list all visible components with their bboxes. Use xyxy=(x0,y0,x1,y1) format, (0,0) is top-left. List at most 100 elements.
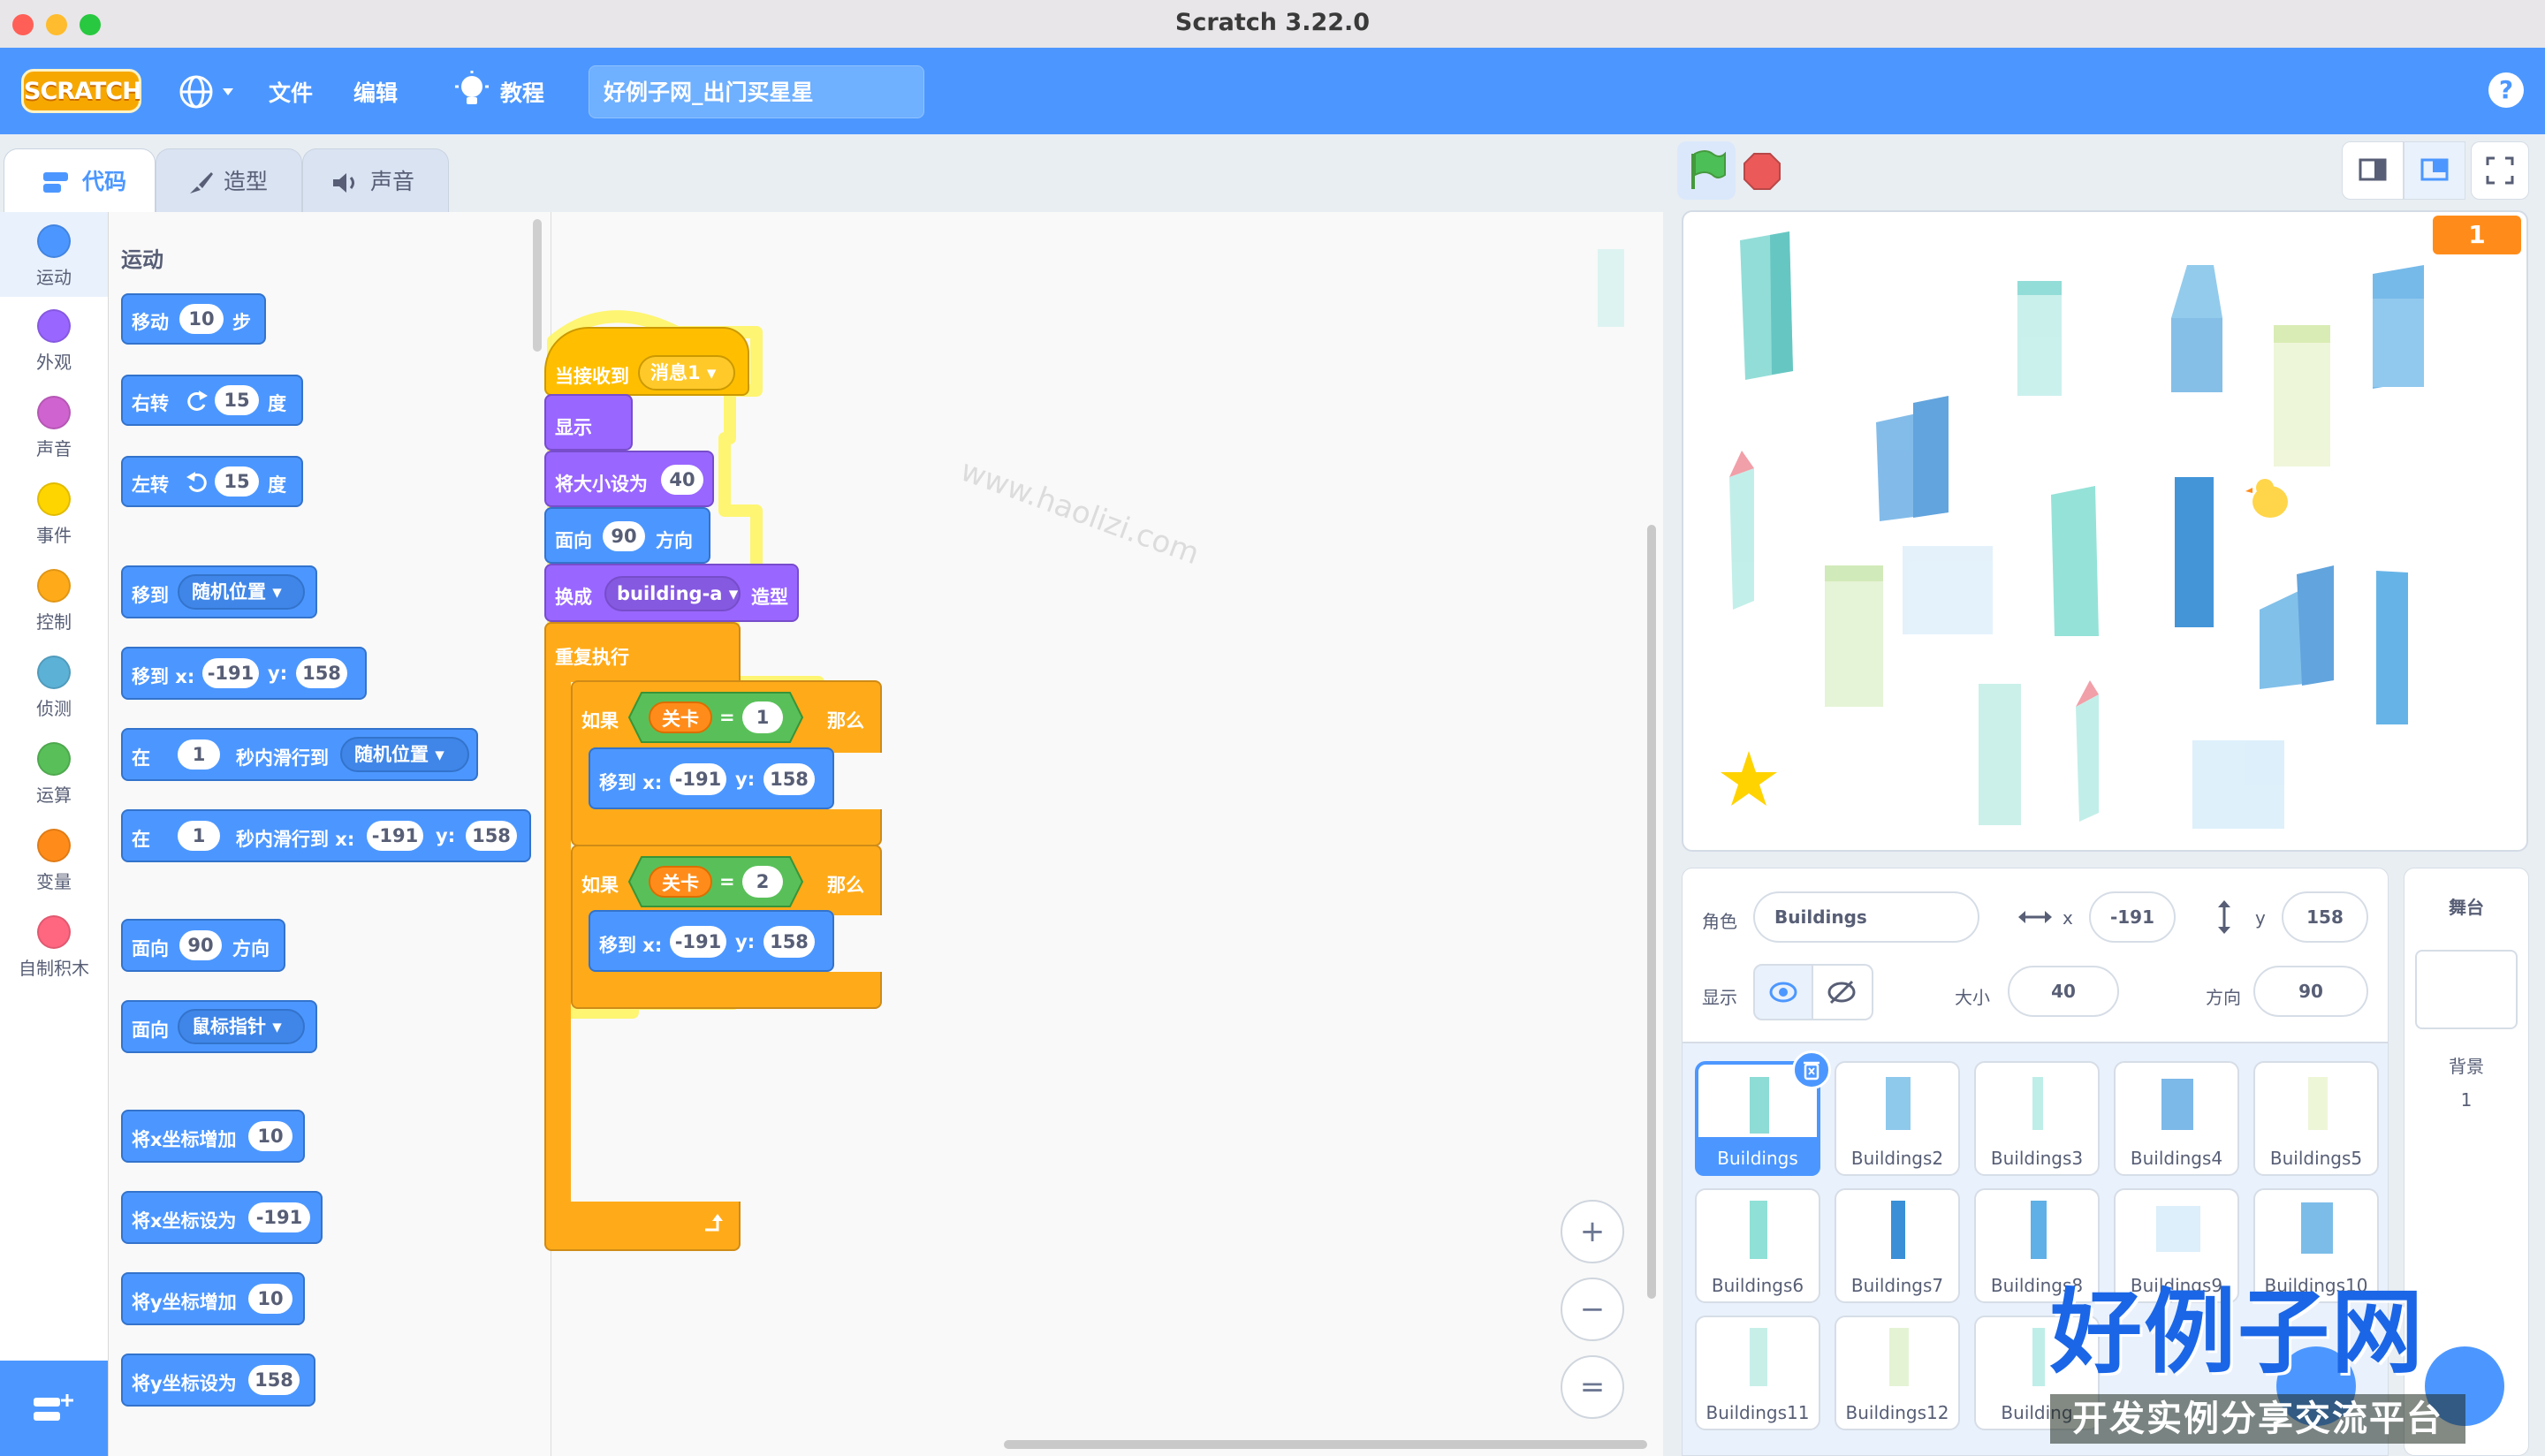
block-input[interactable]: 1 xyxy=(178,821,220,851)
block-dropdown[interactable]: 随机位置 ▾ xyxy=(178,574,305,610)
tutorials-menu[interactable]: 教程 xyxy=(500,76,544,108)
block-input[interactable]: -191 xyxy=(367,821,423,851)
block-input[interactable]: 2 xyxy=(742,866,783,898)
script-area[interactable]: 当接收到 消息1 ▾ 显示 将大小设为 40 面向 90 方向 换成 build… xyxy=(544,212,1663,1456)
category-my-blocks[interactable]: 自制积木 xyxy=(0,915,108,980)
green-flag-button[interactable] xyxy=(1677,141,1736,200)
delete-sprite-button[interactable] xyxy=(1792,1050,1831,1089)
block-show[interactable]: 显示 xyxy=(544,394,633,451)
block-input[interactable]: 90 xyxy=(179,930,222,960)
tab-sounds[interactable]: 声音 xyxy=(302,148,449,214)
show-sprite-button[interactable] xyxy=(1753,964,1813,1020)
small-stage-button[interactable] xyxy=(2342,141,2404,200)
category-sound[interactable]: 声音 xyxy=(0,396,108,460)
block-input[interactable]: -191 xyxy=(202,658,259,688)
block-dropdown[interactable]: 随机位置 ▾ xyxy=(340,737,469,772)
block-set-x[interactable]: 将x坐标设为 -191 xyxy=(121,1191,323,1244)
block-dropdown[interactable]: 消息1 ▾ xyxy=(638,355,735,391)
horizontal-scrollbar[interactable] xyxy=(1004,1440,1647,1449)
direction-input[interactable]: 90 xyxy=(2253,966,2368,1017)
tab-code[interactable]: 代码 xyxy=(4,148,156,214)
block-glide-xy[interactable]: 在 1 秒内滑行到 x: -191 y: 158 xyxy=(121,809,531,862)
block-input[interactable]: 90 xyxy=(603,521,645,551)
hide-sprite-button[interactable] xyxy=(1813,964,1873,1020)
help-icon[interactable]: ? xyxy=(2488,72,2524,108)
block-input[interactable]: 158 xyxy=(764,926,815,958)
palette-scrollbar[interactable] xyxy=(533,219,542,352)
stop-button[interactable] xyxy=(1743,152,1782,194)
block-input[interactable]: 158 xyxy=(466,821,517,851)
block-turn-left[interactable]: 左转 15 度 xyxy=(121,456,303,507)
sprite-tile[interactable]: Buildings3 xyxy=(1974,1061,2100,1176)
fullscreen-button[interactable] xyxy=(2471,141,2529,200)
zoom-in-button[interactable]: + xyxy=(1561,1200,1624,1263)
block-if-1[interactable]: 如果 关卡 = 1 那么 xyxy=(571,680,882,753)
block-set-size[interactable]: 将大小设为 40 xyxy=(544,451,714,507)
file-menu[interactable]: 文件 xyxy=(269,76,313,108)
category-motion[interactable]: 运动 xyxy=(0,212,108,297)
block-goto[interactable]: 移到 随机位置 ▾ xyxy=(121,565,317,618)
sprite-tile[interactable]: Buildings5 xyxy=(2253,1061,2379,1176)
zoom-reset-button[interactable]: = xyxy=(1561,1355,1624,1419)
project-title-input[interactable]: 好例子网_出门买星星 xyxy=(589,65,924,118)
add-extension-button[interactable] xyxy=(0,1361,108,1456)
block-glide[interactable]: 在 1 秒内滑行到 随机位置 ▾ xyxy=(121,728,478,781)
sprite-name-input[interactable]: Buildings xyxy=(1753,891,1979,943)
block-input[interactable]: 15 xyxy=(215,385,259,415)
block-input[interactable]: -191 xyxy=(670,926,726,958)
tab-costumes[interactable]: 造型 xyxy=(156,148,302,214)
block-input[interactable]: 10 xyxy=(179,304,224,334)
category-variables[interactable]: 变量 xyxy=(0,829,108,893)
category-looks[interactable]: 外观 xyxy=(0,309,108,374)
block-forever[interactable]: 重复执行 xyxy=(544,622,741,682)
variable-reporter[interactable]: 关卡 xyxy=(649,701,712,733)
block-turn-right[interactable]: 右转 15 度 xyxy=(121,375,303,426)
sprite-tile[interactable]: Buildings2 xyxy=(1835,1061,1960,1176)
block-if-2[interactable]: 如果 关卡 = 2 那么 xyxy=(571,845,882,915)
block-input[interactable]: 10 xyxy=(248,1284,292,1314)
block-input[interactable]: 15 xyxy=(215,466,259,497)
y-input[interactable]: 158 xyxy=(2282,891,2368,943)
zoom-out-button[interactable]: − xyxy=(1561,1278,1624,1341)
scratch-logo[interactable]: SCRATCH xyxy=(21,69,142,113)
block-point-direction[interactable]: 面向 90 方向 xyxy=(121,919,285,972)
block-input[interactable]: 10 xyxy=(248,1121,292,1151)
block-input[interactable]: -191 xyxy=(248,1202,310,1232)
x-input[interactable]: -191 xyxy=(2089,891,2176,943)
block-input[interactable]: 158 xyxy=(248,1365,300,1395)
language-menu[interactable] xyxy=(177,72,239,115)
sprite-tile[interactable]: Buildings xyxy=(1695,1050,1831,1176)
edit-menu[interactable]: 编辑 xyxy=(353,76,398,108)
block-dropdown[interactable]: building-a ▾ xyxy=(604,576,741,611)
block-goto-xy-2[interactable]: 移到 x: -191 y: 158 xyxy=(589,910,834,972)
category-operators[interactable]: 运算 xyxy=(0,742,108,807)
stage-canvas[interactable]: 1 xyxy=(1682,210,2528,852)
sprite-tile[interactable]: Buildings11 xyxy=(1695,1316,1820,1430)
block-when-receive[interactable]: 当接收到 消息1 ▾ xyxy=(544,327,749,396)
vertical-scrollbar[interactable] xyxy=(1647,525,1656,1299)
category-sensing[interactable]: 侦测 xyxy=(0,656,108,720)
block-input[interactable]: 1 xyxy=(742,701,783,733)
block-input[interactable]: 1 xyxy=(178,739,220,770)
sprite-tile[interactable]: Buildings7 xyxy=(1835,1188,1960,1303)
block-input[interactable]: -191 xyxy=(670,763,726,795)
block-input[interactable]: 40 xyxy=(661,465,703,495)
block-set-y[interactable]: 将y坐标设为 158 xyxy=(121,1354,315,1407)
size-input[interactable]: 40 xyxy=(2008,966,2119,1017)
sprite-tile[interactable]: Buildings6 xyxy=(1695,1188,1820,1303)
block-change-y[interactable]: 将y坐标增加 10 xyxy=(121,1272,305,1325)
sprite-tile[interactable]: Buildings4 xyxy=(2114,1061,2239,1176)
category-control[interactable]: 控制 xyxy=(0,569,108,633)
block-dropdown[interactable]: 鼠标指针 ▾ xyxy=(178,1009,305,1044)
block-input[interactable]: 158 xyxy=(296,658,347,688)
category-events[interactable]: 事件 xyxy=(0,482,108,547)
sprite-tile[interactable]: Buildings12 xyxy=(1835,1316,1960,1430)
block-input[interactable]: 158 xyxy=(764,763,815,795)
block-change-x[interactable]: 将x坐标增加 10 xyxy=(121,1110,305,1163)
large-stage-button[interactable] xyxy=(2404,141,2465,200)
block-goto-xy[interactable]: 移到 x: -191 y: 158 xyxy=(121,647,367,700)
block-move-steps[interactable]: 移动 10 步 xyxy=(121,293,266,345)
block-point-towards[interactable]: 面向 鼠标指针 ▾ xyxy=(121,1000,317,1053)
block-point-direction[interactable]: 面向 90 方向 xyxy=(544,507,710,564)
variable-reporter[interactable]: 关卡 xyxy=(649,866,712,898)
